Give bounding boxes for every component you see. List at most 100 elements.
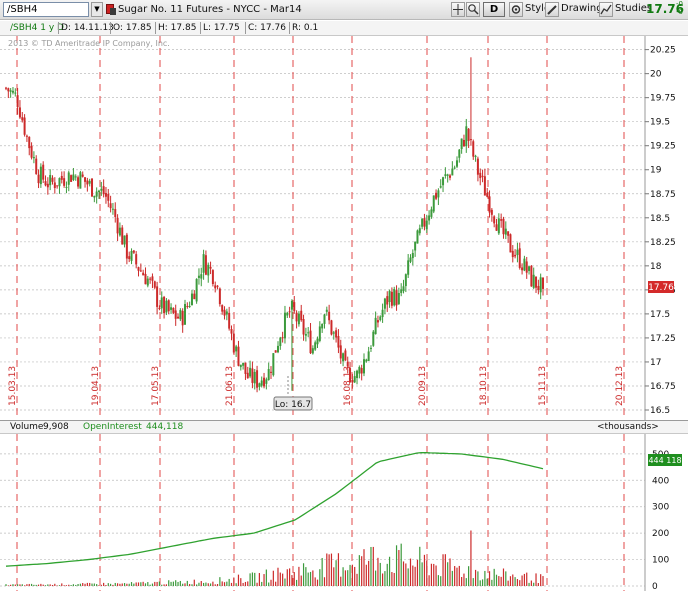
candle-body (311, 348, 314, 354)
volume-bar (354, 566, 356, 586)
candle-body (525, 261, 528, 273)
candle-body (309, 330, 312, 354)
volume-bar (465, 578, 467, 586)
volume-bar (514, 577, 516, 586)
volume-bar (165, 584, 168, 586)
candle-body (300, 310, 303, 321)
volume-bar (451, 570, 453, 586)
candle-body (400, 289, 403, 293)
volume-bar (221, 581, 223, 586)
candle-body (344, 350, 347, 361)
volume-bar (405, 563, 407, 586)
candle-body (67, 172, 70, 185)
zoom-tool-button[interactable] (466, 2, 480, 17)
drawings-icon-button[interactable] (545, 2, 559, 17)
candle-body (272, 353, 275, 376)
volume-bar (116, 583, 119, 586)
volume-bar (154, 581, 156, 586)
candle-body (537, 285, 540, 291)
volume-bar (123, 583, 126, 586)
open-interest-label: OpenInterest (83, 422, 142, 432)
style-icon-button[interactable] (509, 2, 523, 17)
candle-body (204, 255, 207, 275)
volume-bar (479, 580, 481, 586)
price-tick-label: 19.25 (650, 142, 676, 152)
crosshair-tool-button[interactable] (451, 2, 465, 17)
volume-bar (351, 564, 353, 586)
candle-body (423, 218, 426, 227)
volume-bar (319, 569, 321, 586)
candle-body (528, 266, 531, 271)
volume-bar (12, 584, 14, 586)
volume-bar (130, 582, 133, 586)
volume-bar (23, 585, 26, 586)
candle-body (388, 290, 391, 303)
candle-body (263, 377, 266, 387)
candle-body (60, 175, 63, 180)
volume-bar (277, 567, 279, 586)
candle-body (442, 177, 445, 186)
volume-bar (107, 583, 109, 586)
candle-body (209, 266, 212, 269)
candle-body (265, 379, 268, 384)
candle-body (58, 178, 61, 187)
candle-body (163, 296, 166, 314)
volume-bar (47, 584, 49, 586)
candle-body (535, 276, 538, 288)
candle-body (376, 320, 379, 323)
volume-bar (212, 581, 214, 586)
candle-body (7, 88, 10, 92)
candle-body (207, 264, 210, 276)
volume-bar (30, 583, 33, 586)
timeframe-button[interactable]: D (483, 2, 505, 17)
volume-bar (461, 577, 463, 586)
volume-bar (49, 584, 51, 586)
candle-body (307, 332, 310, 334)
candle-body (156, 286, 159, 307)
candle-body (218, 288, 221, 305)
low-marker-label: Lo: 16.7 (275, 400, 311, 410)
open-interest-line (5, 451, 544, 567)
candle-body (321, 323, 324, 329)
separator (155, 22, 156, 34)
candle-body (479, 172, 482, 179)
candle-body (372, 331, 375, 346)
volume-bar (291, 575, 293, 586)
volume-bar (349, 564, 351, 586)
volume-oi-chart[interactable]: 0100200300400500 444 118 (0, 434, 688, 591)
candle-body (18, 107, 21, 118)
volume-bar (519, 580, 521, 586)
volume-bar (342, 567, 344, 586)
studies-icon-button[interactable] (599, 2, 613, 17)
candle-body (409, 257, 412, 262)
volume-bar (344, 570, 347, 586)
volume-bar (333, 567, 335, 586)
candle-body (135, 254, 138, 265)
symbol-dropdown-button[interactable]: ▼ (91, 2, 103, 17)
candle-body (221, 305, 224, 312)
candle-body (449, 175, 452, 178)
copyright-watermark: 2013 © TD Ameritrade IP Company, Inc. (8, 39, 170, 48)
symbol-input[interactable]: /SBH4 (3, 2, 89, 17)
candle-body (81, 174, 84, 177)
candle-body (365, 359, 368, 362)
candle-body (395, 290, 398, 306)
candle-body (418, 228, 421, 234)
candle-body (495, 224, 498, 231)
candle-body (474, 155, 477, 157)
volume-bar (507, 580, 509, 586)
price-chart[interactable]: 2013 © TD Ameritrade IP Company, Inc. 15… (0, 36, 688, 420)
candle-body (84, 177, 87, 182)
volume-bar (312, 570, 314, 586)
candle-body (469, 139, 472, 141)
candle-body (39, 166, 42, 185)
volume-bar (135, 582, 137, 586)
candle-body (30, 145, 33, 158)
candle-body (86, 180, 89, 185)
volume-bar (416, 559, 419, 586)
candle-body (318, 326, 321, 341)
date-label: 20.12.13 (615, 366, 625, 406)
high-value: H: 17.85 (158, 23, 197, 33)
candle-body (32, 157, 35, 159)
volume-bar (228, 578, 230, 586)
